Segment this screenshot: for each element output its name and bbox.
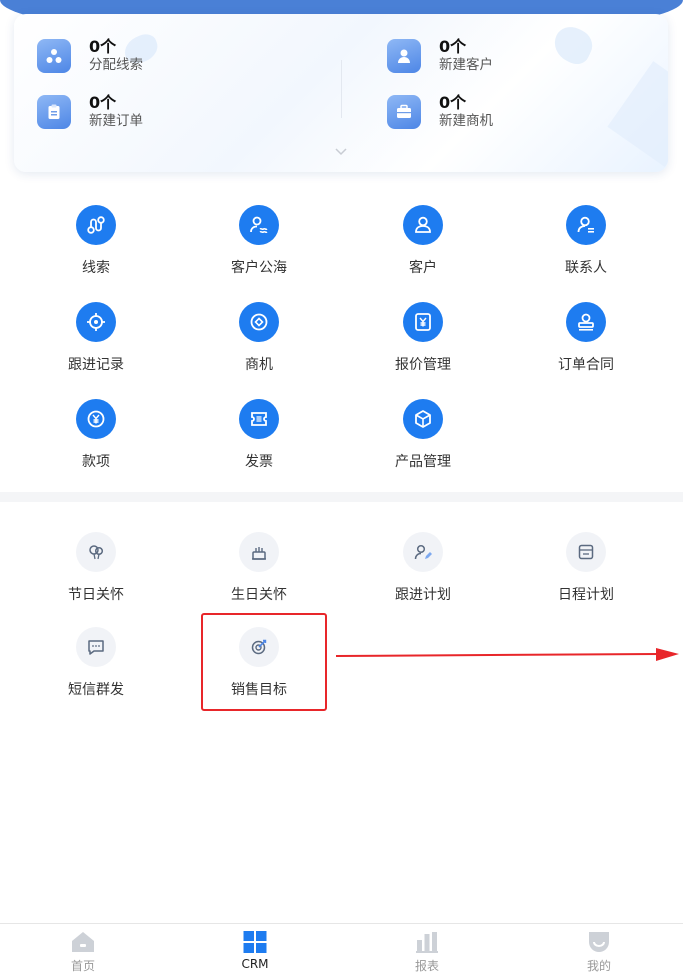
yen-coin-icon	[76, 399, 116, 439]
module-customer-pool[interactable]: 客户公海	[194, 205, 324, 277]
module-label: 客户公海	[231, 260, 287, 276]
tab-label: CRM	[241, 957, 269, 971]
module-label: 线索	[82, 260, 110, 276]
stat-value: 0个	[439, 93, 467, 112]
bottom-tab-bar: 首页 CRM 报表 我的	[0, 923, 683, 980]
tool-sms-broadcast[interactable]: 短信群发	[31, 627, 161, 699]
tab-me[interactable]: 我的	[549, 930, 649, 974]
module-opportunities[interactable]: 商机	[194, 302, 324, 374]
user-pen-icon	[403, 532, 443, 572]
cake-icon	[239, 532, 279, 572]
tab-label: 我的	[586, 959, 611, 973]
tab-label: 报表	[414, 959, 439, 973]
tool-birthday-care[interactable]: 生日关怀	[194, 532, 324, 604]
stat-label: 新建客户	[439, 57, 493, 73]
stat-value: 0个	[89, 37, 117, 56]
module-label: 报价管理	[395, 357, 451, 373]
module-contacts[interactable]: 联系人	[521, 205, 651, 277]
module-leads[interactable]: 线索	[31, 205, 161, 277]
calendar-icon	[566, 532, 606, 572]
module-row: 款项 发票 产品管理	[0, 399, 683, 489]
tool-label: 生日关怀	[231, 587, 287, 603]
user-waves-icon	[239, 205, 279, 245]
tool-followup-plan[interactable]: 跟进计划	[358, 532, 488, 604]
tool-schedule-plan[interactable]: 日程计划	[521, 532, 651, 604]
divider	[341, 60, 342, 118]
bar-chart-icon	[416, 932, 438, 953]
annotation-arrow-icon	[335, 648, 679, 661]
cube-icon	[403, 399, 443, 439]
home-icon	[72, 932, 94, 952]
stat-new-opportunities[interactable]: 0个 新建商机	[387, 94, 493, 130]
module-followup-records[interactable]: 跟进记录	[31, 302, 161, 374]
tab-label: 首页	[70, 959, 95, 973]
ticket-icon	[239, 399, 279, 439]
module-label: 联系人	[565, 260, 607, 276]
decoration	[607, 61, 668, 167]
stat-new-customers[interactable]: 0个 新建客户	[387, 38, 493, 74]
yen-document-icon	[403, 302, 443, 342]
tool-row: 短信群发 销售目标	[0, 627, 683, 717]
stat-value: 0个	[89, 93, 117, 112]
section-divider	[0, 492, 683, 502]
module-row: 线索 客户公海 客户 联系人	[0, 205, 683, 295]
target-diamond-icon	[239, 302, 279, 342]
module-invoices[interactable]: 发票	[194, 399, 324, 471]
briefcase-icon	[387, 95, 421, 129]
stat-new-orders[interactable]: 0个 新建订单	[37, 94, 143, 130]
tab-reports[interactable]: 报表	[377, 930, 477, 974]
module-label: 款项	[82, 454, 110, 470]
module-quotes[interactable]: 报价管理	[358, 302, 488, 374]
module-payments[interactable]: 款项	[31, 399, 161, 471]
module-label: 产品管理	[395, 454, 451, 470]
module-customers[interactable]: 客户	[358, 205, 488, 277]
tool-label: 跟进计划	[395, 587, 451, 603]
contact-card-icon	[566, 205, 606, 245]
stats-card: 0个 分配线索 0个 新建客户 0个 新建订单 0个 新建商机	[14, 14, 668, 172]
module-order-contracts[interactable]: 订单合同	[521, 302, 651, 374]
stat-label: 分配线索	[89, 57, 143, 73]
stamp-icon	[566, 302, 606, 342]
module-label: 客户	[409, 260, 437, 276]
crosshair-icon	[76, 302, 116, 342]
user-icon	[403, 205, 443, 245]
decoration	[548, 21, 598, 69]
stat-label: 新建商机	[439, 113, 493, 129]
module-row: 跟进记录 商机 报价管理 订单合同	[0, 302, 683, 392]
tool-label: 日程计划	[558, 587, 614, 603]
highlight-box	[201, 613, 327, 711]
share-nodes-icon	[37, 39, 71, 73]
message-icon	[76, 627, 116, 667]
chevron-down-icon[interactable]	[334, 144, 348, 158]
tool-label: 节日关怀	[68, 587, 124, 603]
stat-assigned-leads[interactable]: 0个 分配线索	[37, 38, 143, 74]
grid-icon	[243, 931, 267, 953]
route-icon	[76, 205, 116, 245]
module-label: 跟进记录	[68, 357, 124, 373]
module-label: 发票	[245, 454, 273, 470]
profile-icon	[589, 932, 609, 952]
module-label: 订单合同	[558, 357, 614, 373]
tool-label: 短信群发	[68, 682, 124, 698]
balloon-icon	[76, 532, 116, 572]
module-label: 商机	[245, 357, 273, 373]
stat-label: 新建订单	[89, 113, 143, 129]
user-icon	[387, 39, 421, 73]
clipboard-icon	[37, 95, 71, 129]
tool-holiday-care[interactable]: 节日关怀	[31, 532, 161, 604]
stat-value: 0个	[439, 37, 467, 56]
tool-row: 节日关怀 生日关怀 跟进计划 日程计划	[0, 532, 683, 622]
module-products[interactable]: 产品管理	[358, 399, 488, 471]
tab-home[interactable]: 首页	[33, 930, 133, 974]
tab-crm[interactable]: CRM	[205, 930, 305, 971]
